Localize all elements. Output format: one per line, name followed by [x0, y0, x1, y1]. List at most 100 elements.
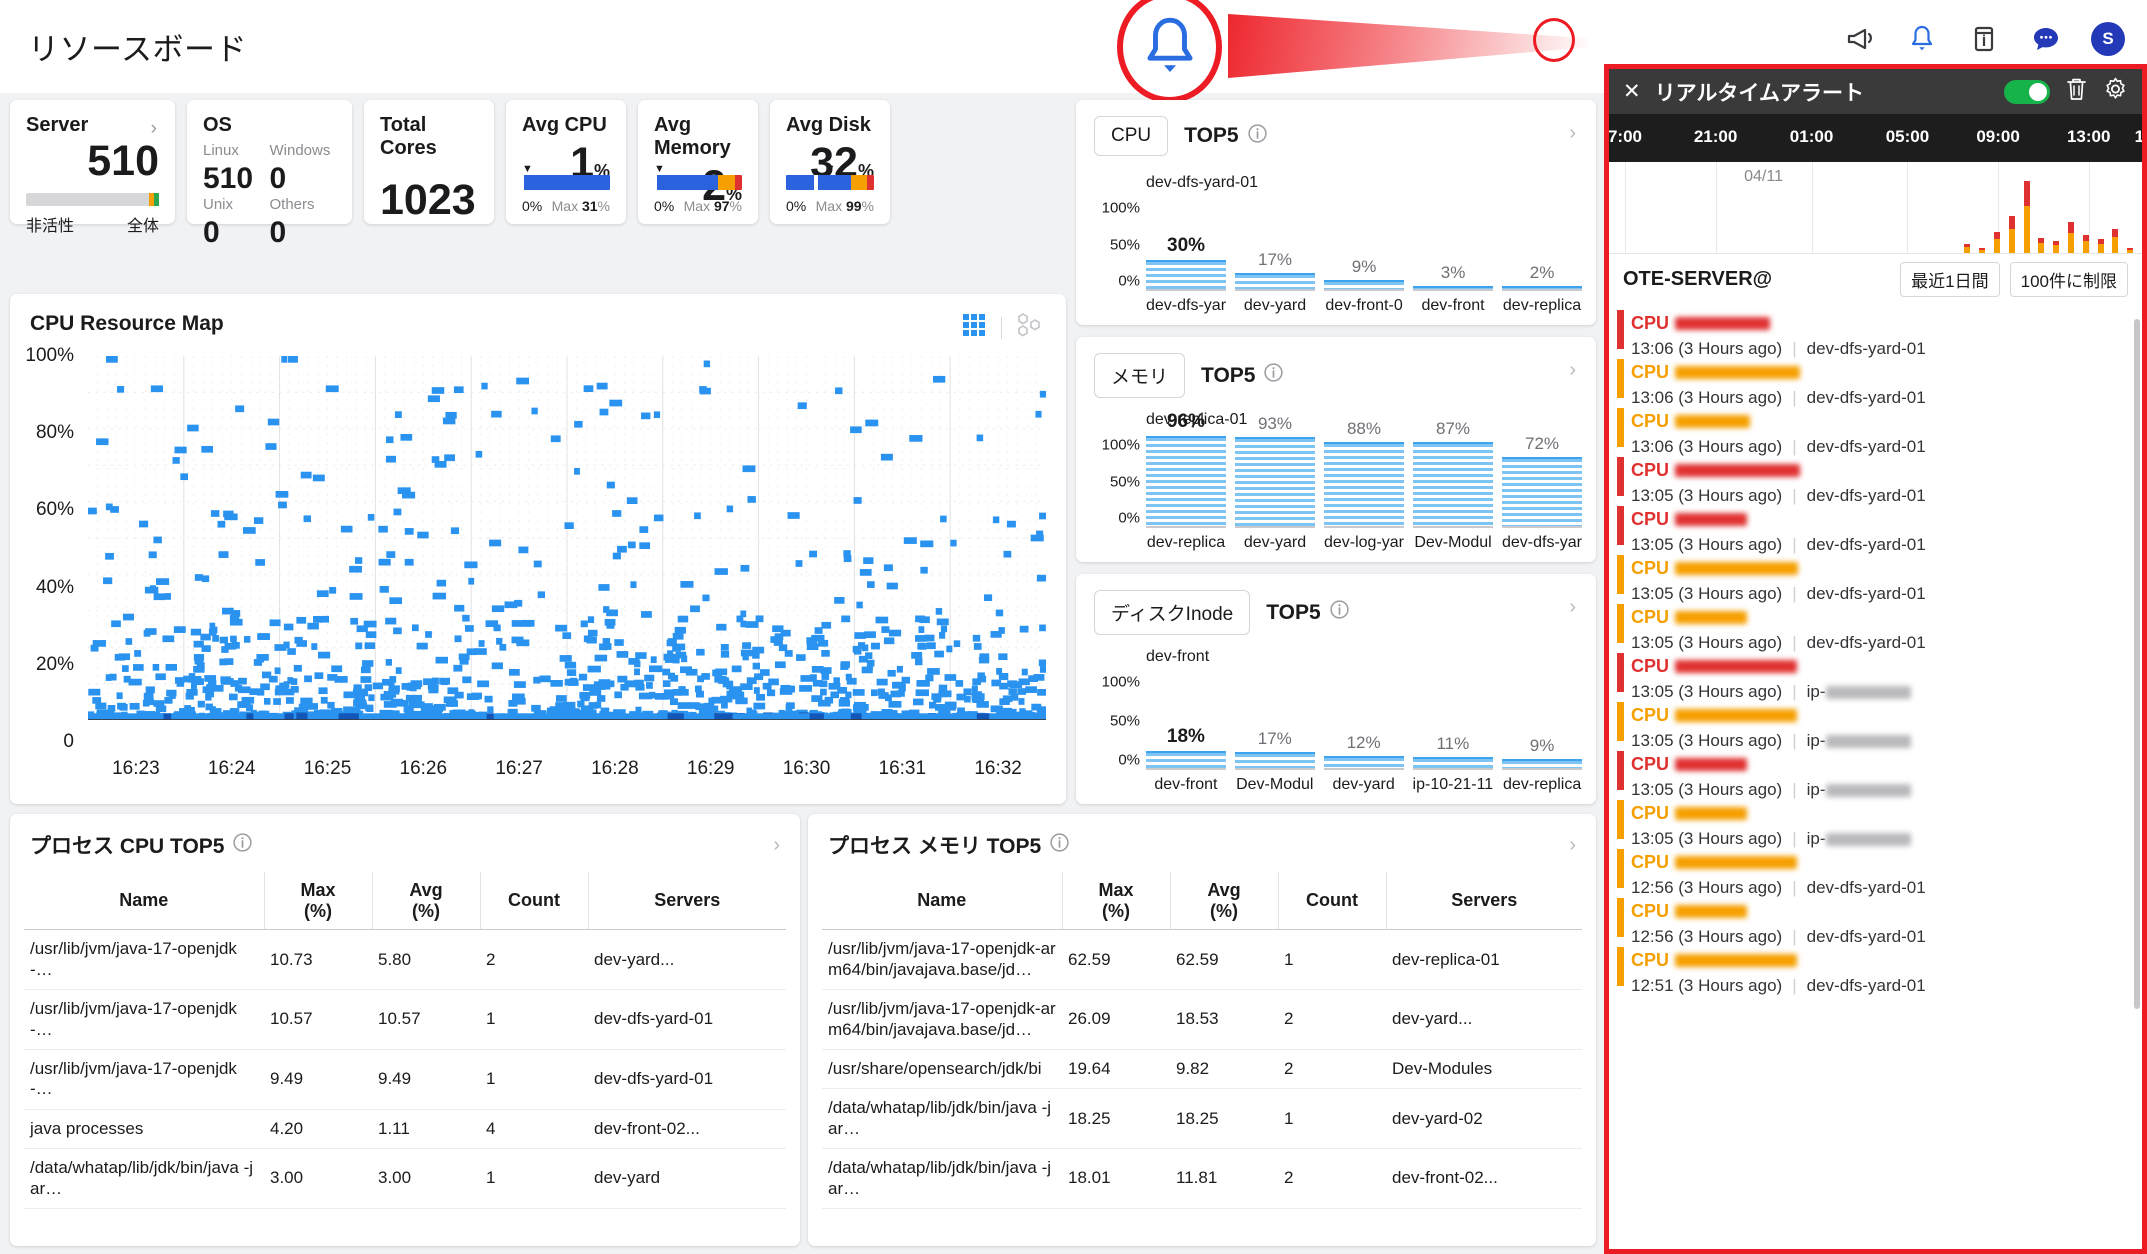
alert-list-item[interactable]: CPU 13:05 (3 Hours ago) | ip- [1609, 648, 2142, 701]
alert-list-item[interactable]: CPU 13:06 (3 Hours ago) | dev-dfs-yard-01 [1609, 305, 2142, 358]
alert-list-item[interactable]: CPU 12:56 (3 Hours ago) | dev-dfs-yard-01 [1609, 844, 2142, 897]
chat-icon[interactable] [2029, 22, 2063, 56]
alert-list-item[interactable]: CPU 12:56 (3 Hours ago) | dev-dfs-yard-01 [1609, 893, 2142, 946]
top5-bar-column[interactable]: 11% ip-10-21-11 [1412, 648, 1494, 794]
top5-bar[interactable] [1412, 757, 1494, 768]
kpi-card-avg-memory[interactable]: Avg Memory 2% ▼ 0% Max 97% [638, 100, 758, 224]
top5-bar-column[interactable]: dev-dfs-yard-01 30% dev-dfs-yar [1146, 174, 1258, 315]
table-row[interactable]: /usr/share/opensearch/jdk/bi 19.64 9.82 2 De… [822, 1049, 1582, 1090]
os-key-others: Others [269, 196, 315, 213]
top5-bar-column[interactable]: 93% dev-yard [1234, 411, 1315, 552]
top5-bar-column[interactable]: dev-front 18% dev-front [1146, 648, 1226, 794]
top5-bar[interactable] [1502, 759, 1583, 768]
alert-list-item[interactable]: CPU 13:06 (3 Hours ago) | dev-dfs-yard-01 [1609, 354, 2142, 407]
alert-list-item[interactable]: CPU 13:05 (3 Hours ago) | dev-dfs-yard-01 [1609, 550, 2142, 603]
close-icon[interactable]: ✕ [1623, 81, 1641, 102]
top5-bar-column[interactable]: 9% dev-front-0 [1324, 174, 1405, 315]
table-row[interactable]: /usr/lib/jvm/java-17-openjdk-arm64/bin/j… [822, 989, 1582, 1050]
kpi-card-avg-cpu[interactable]: Avg CPU 1% ▼ 0% Max 31% [506, 100, 626, 224]
megaphone-icon[interactable] [1843, 22, 1877, 56]
top5-bar-column[interactable]: 9% dev-replica [1502, 648, 1583, 794]
top5-bar[interactable] [1146, 436, 1226, 527]
info-icon[interactable] [1049, 832, 1070, 859]
gear-icon[interactable] [2103, 76, 2128, 107]
bell-icon[interactable] [1905, 22, 1939, 56]
chevron-right-icon[interactable]: › [1569, 596, 1576, 619]
table-row[interactable]: /usr/lib/jvm/java-17-openjdk-… 10.57 10.57… [24, 989, 786, 1050]
table-row[interactable]: /usr/lib/jvm/java-17-openjdk-… 10.73 5.80 2… [24, 929, 786, 991]
top5-bar-column[interactable]: dev-replica-01 96% dev-replica [1146, 411, 1247, 552]
cell-name: /usr/lib/jvm/java-17-openjdk-… [24, 989, 264, 1050]
chevron-right-icon[interactable]: › [1569, 359, 1576, 382]
kpi-card-os[interactable]: OS Linux Windows 510 0 Unix Others 0 0 [187, 100, 352, 248]
avg-memory-max: 97 [713, 198, 730, 214]
table-row[interactable]: java processes 4.20 1.11 4 dev-front-02... [24, 1109, 786, 1150]
hex-view-icon[interactable] [1016, 312, 1046, 343]
cpu-resource-map-plot[interactable] [88, 356, 1046, 721]
chevron-right-icon[interactable]: › [151, 118, 157, 140]
grid-view-icon[interactable] [961, 312, 987, 343]
top5-bar[interactable] [1501, 456, 1583, 526]
cell-name: /data/whatap/lib/jdk/bin/java -jar… [822, 1088, 1062, 1150]
alert-list-item[interactable]: CPU 13:05 (3 Hours ago) | ip- [1609, 697, 2142, 750]
top5-bar[interactable] [1234, 751, 1315, 768]
top5-bar-column[interactable]: 87% Dev-Modul [1413, 411, 1493, 552]
top5-bar-column[interactable]: 2% dev-replica [1502, 174, 1583, 315]
alert-list-item[interactable]: CPU 13:05 (3 Hours ago) | dev-dfs-yard-01 [1609, 501, 2142, 554]
top5-bar[interactable] [1324, 280, 1405, 289]
info-icon[interactable] [1263, 362, 1284, 389]
top5-metric-pill-memory[interactable]: メモリ [1094, 353, 1186, 398]
info-icon[interactable] [232, 832, 253, 859]
top5-bar-column[interactable]: 17% Dev-Modul [1234, 648, 1315, 794]
alert-list-item[interactable]: CPU 13:05 (3 Hours ago) | ip- [1609, 746, 2142, 799]
top5-metric-pill-cpu[interactable]: CPU [1094, 116, 1169, 156]
top5-bar-column[interactable]: 17% dev-yard [1235, 174, 1316, 315]
alert-enable-toggle[interactable] [2004, 79, 2050, 104]
top5-bar[interactable] [1323, 756, 1404, 768]
info-icon[interactable] [1247, 123, 1268, 150]
alert-timeline-axis: 7:00 21:00 01:00 05:00 09:00 13:00 1 [1609, 114, 2142, 162]
alert-period-chip[interactable]: 最近1日間 [1900, 261, 2000, 297]
top5-metric-pill-disk-inode[interactable]: ディスクInode [1094, 590, 1251, 635]
top5-bar-column[interactable]: 72% dev-dfs-yar [1501, 411, 1583, 552]
chevron-right-icon[interactable]: › [1569, 834, 1576, 857]
alert-list-scrollbar[interactable] [2134, 319, 2140, 1009]
alert-list-item[interactable]: CPU 13:06 (3 Hours ago) | dev-dfs-yard-01 [1609, 403, 2142, 456]
realtime-alert-panel: ✕ リアルタイムアラート 7:00 21:00 01:00 05:00 09:00 13:… [1604, 64, 2147, 1254]
info-icon[interactable] [1329, 599, 1350, 626]
alert-list-item[interactable]: CPU 13:05 (3 Hours ago) | ip- [1609, 795, 2142, 848]
kpi-card-avg-disk[interactable]: Avg Disk 32% ▼ 0% Max 99% [770, 100, 890, 224]
top5-bar[interactable] [1146, 260, 1227, 289]
top5-bar-column[interactable]: 88% dev-log-yar [1323, 411, 1404, 552]
alert-metric-tag: CPU [1631, 901, 1670, 921]
gridline [1907, 162, 1909, 253]
chevron-right-icon[interactable]: › [773, 834, 780, 857]
chevron-right-icon[interactable]: › [1569, 122, 1576, 145]
alert-limit-chip[interactable]: 100件に制限 [2009, 261, 2128, 297]
table-row[interactable]: /usr/lib/jvm/java-17-openjdk-arm64/bin/j… [822, 929, 1582, 991]
alert-list-item[interactable]: CPU 12:51 (3 Hours ago) | dev-dfs-yard-01 [1609, 942, 2142, 995]
top5-bar[interactable] [1235, 272, 1316, 289]
top5-bar-label: dev-dfs-yar [1146, 297, 1227, 314]
alert-list[interactable]: CPU 13:06 (3 Hours ago) | dev-dfs-yard-01 CP… [1609, 305, 2142, 1249]
top5-bar[interactable] [1146, 750, 1226, 768]
alert-timeline-chart[interactable]: 04/11 [1609, 162, 2142, 254]
kpi-card-total-cores[interactable]: Total Cores 1023 [364, 100, 494, 224]
top5-bar-column[interactable]: 12% dev-yard [1323, 648, 1404, 794]
kpi-card-server[interactable]: Server › 510 非活性 全体 [10, 100, 175, 235]
docs-icon[interactable] [1967, 22, 2001, 56]
top5-bar[interactable] [1413, 442, 1493, 526]
alert-list-item[interactable]: CPU 13:05 (3 Hours ago) | dev-dfs-yard-01 [1609, 599, 2142, 652]
avatar[interactable]: S [2091, 22, 2125, 56]
cell-avg: 9.82 [1170, 1049, 1278, 1090]
table-row[interactable]: /usr/lib/jvm/java-17-openjdk-… 9.49 9.49 1 d… [24, 1049, 786, 1110]
alert-list-item[interactable]: CPU 13:05 (3 Hours ago) | dev-dfs-yard-01 [1609, 452, 2142, 505]
top5-bar[interactable] [1234, 436, 1315, 526]
top5-bar[interactable] [1323, 441, 1404, 526]
top5-bar-column[interactable]: 3% dev-front [1413, 174, 1494, 315]
table-row[interactable]: /data/whatap/lib/jdk/bin/java -jar… 18.01… [822, 1148, 1582, 1209]
table-row[interactable]: /data/whatap/lib/jdk/bin/java -jar… 3.00 3… [24, 1148, 786, 1209]
table-row[interactable]: /data/whatap/lib/jdk/bin/java -jar… 18.25… [822, 1088, 1582, 1150]
alert-bar-warning [1964, 247, 1971, 253]
trash-icon[interactable] [2064, 76, 2089, 107]
